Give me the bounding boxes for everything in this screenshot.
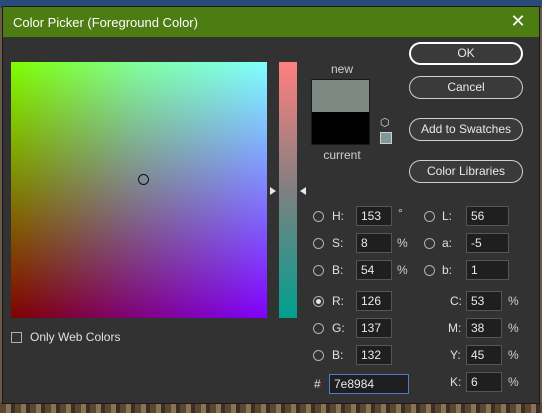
radio-h[interactable] <box>313 211 324 222</box>
new-color-label: new <box>330 62 353 76</box>
brightness-label: B: <box>332 263 344 277</box>
m-unit: % <box>508 321 519 335</box>
y-unit: % <box>508 348 519 362</box>
radio-s[interactable] <box>313 238 324 249</box>
lab-b-input[interactable]: 1 <box>466 260 509 280</box>
swatch-border <box>311 79 370 145</box>
g-label: G: <box>332 321 345 335</box>
s-label: S: <box>332 236 344 250</box>
s-unit: % <box>397 236 408 250</box>
ok-button[interactable]: OK <box>409 42 523 65</box>
radio-a[interactable] <box>424 238 435 249</box>
k-unit: % <box>508 375 519 389</box>
blue-label: B: <box>332 348 344 362</box>
color-slider[interactable] <box>279 62 297 318</box>
slider-arrow-left[interactable] <box>270 187 276 195</box>
c-label: C: <box>450 294 462 308</box>
radio-g[interactable] <box>313 323 324 334</box>
lab-b-label: b: <box>442 263 453 277</box>
k-label: K: <box>450 375 462 389</box>
add-to-swatches-button[interactable]: Add to Swatches <box>409 118 523 141</box>
c-input[interactable]: 53 <box>466 291 502 311</box>
h-label: H: <box>332 209 344 223</box>
radio-l[interactable] <box>424 211 435 222</box>
color-field[interactable] <box>11 62 267 318</box>
slider-arrow-right[interactable] <box>300 187 306 195</box>
only-web-colors-label: Only Web Colors <box>30 330 121 344</box>
dialog-title: Color Picker (Foreground Color) <box>13 15 198 30</box>
cube-icon[interactable]: ⬡ <box>380 117 392 129</box>
current-color-label: current <box>323 148 361 162</box>
blue-input[interactable]: 132 <box>356 345 392 365</box>
brightness-unit: % <box>397 263 408 277</box>
m-input[interactable]: 38 <box>466 318 502 338</box>
hex-input[interactable]: 7e8984 <box>329 374 409 394</box>
l-label: L: <box>442 209 453 223</box>
r-label: R: <box>332 294 344 308</box>
y-label: Y: <box>450 348 461 362</box>
y-input[interactable]: 45 <box>466 345 502 365</box>
brightness-input[interactable]: 54 <box>356 260 392 280</box>
radio-lab-b[interactable] <box>424 265 435 276</box>
k-input[interactable]: 6 <box>466 372 502 392</box>
l-input[interactable]: 56 <box>466 206 509 226</box>
h-unit: ° <box>398 206 403 220</box>
close-icon[interactable]: ✕ <box>507 10 529 32</box>
a-label: a: <box>442 236 453 250</box>
websafe-color-swatch[interactable] <box>380 132 392 144</box>
g-input[interactable]: 137 <box>356 318 392 338</box>
cancel-button[interactable]: Cancel <box>409 76 523 99</box>
h-input[interactable]: 153 <box>356 206 392 226</box>
color-field-marker[interactable] <box>138 174 149 185</box>
r-input[interactable]: 126 <box>356 291 392 311</box>
radio-blue[interactable] <box>313 350 324 361</box>
a-input[interactable]: -5 <box>466 233 509 253</box>
radio-r[interactable] <box>313 296 324 307</box>
s-input[interactable]: 8 <box>356 233 392 253</box>
radio-brightness[interactable] <box>313 265 324 276</box>
c-unit: % <box>508 294 519 308</box>
only-web-colors-checkbox[interactable] <box>11 332 22 343</box>
title-bar[interactable]: Color Picker (Foreground Color) ✕ <box>3 7 539 37</box>
m-label: M: <box>448 321 462 335</box>
hex-label: # <box>314 377 321 391</box>
color-libraries-button[interactable]: Color Libraries <box>409 160 523 183</box>
